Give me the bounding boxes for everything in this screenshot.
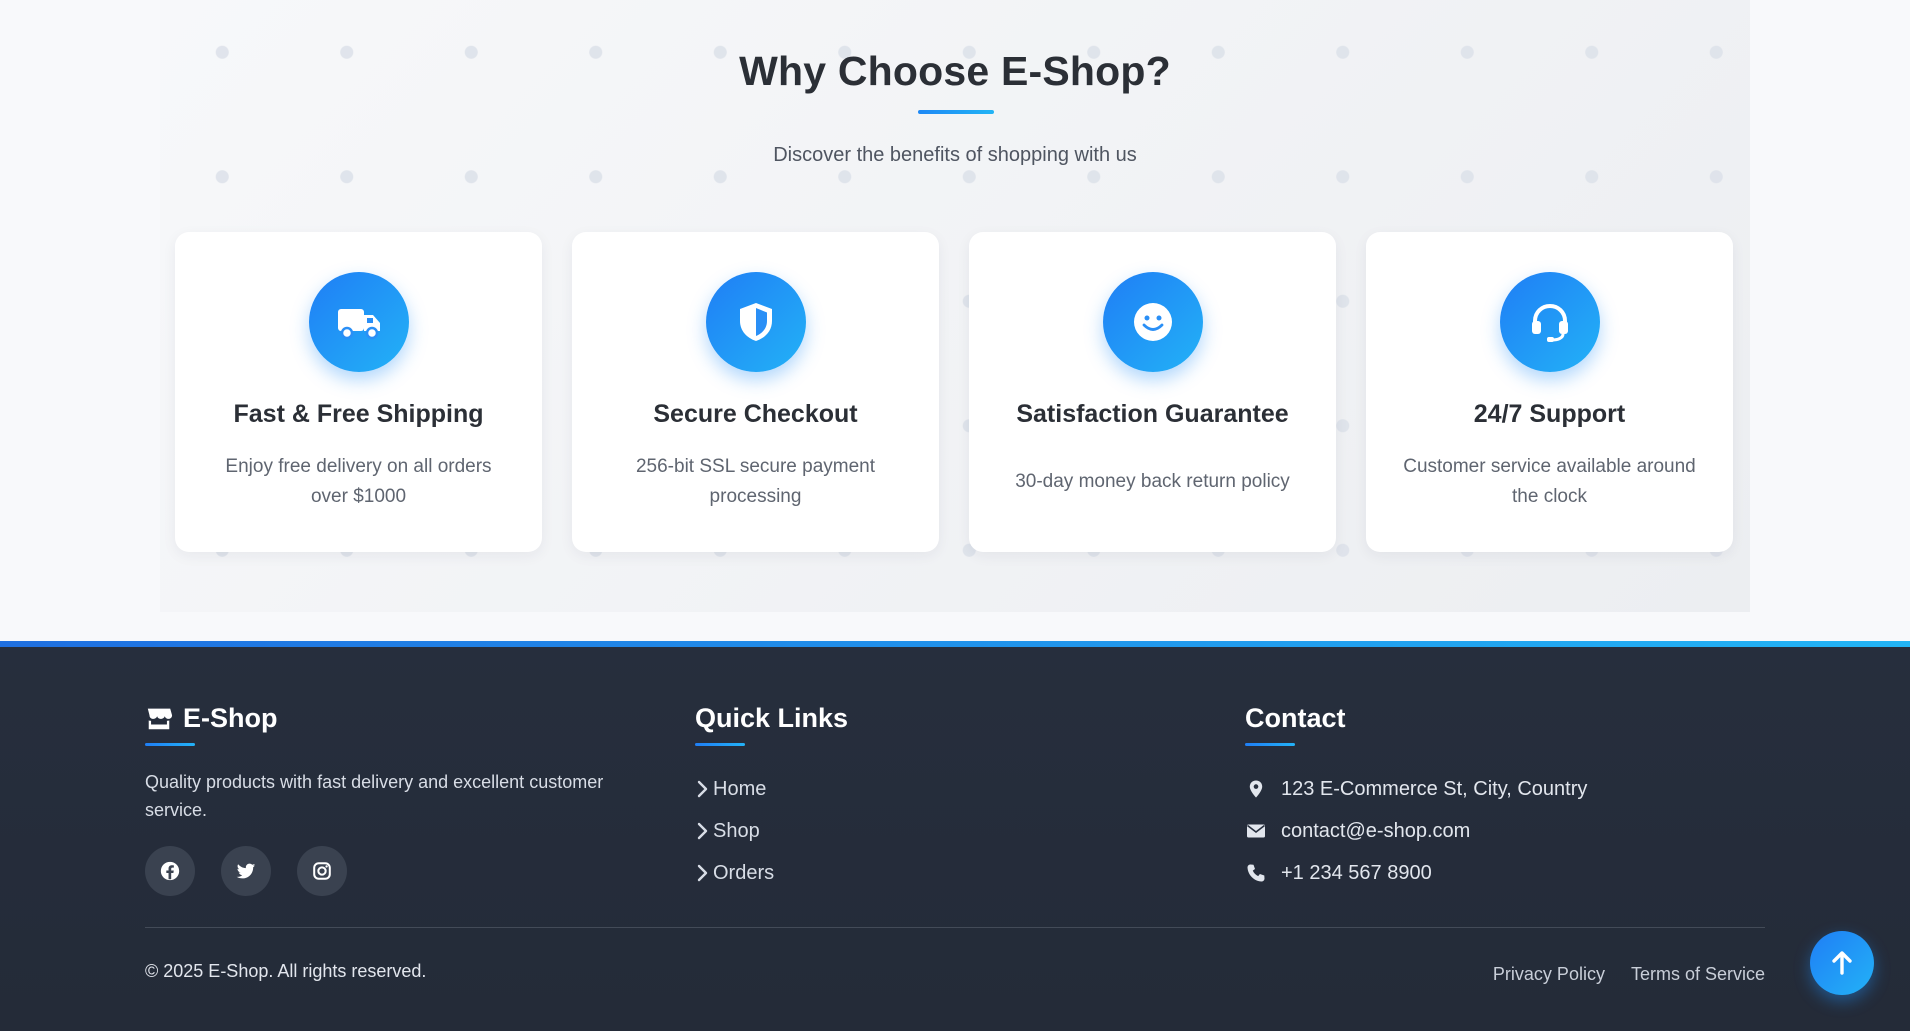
- site-footer: E-Shop Quality products with fast delive…: [0, 641, 1910, 1031]
- contact-email-text: contact@e-shop.com: [1281, 819, 1471, 842]
- social-links: [145, 846, 645, 896]
- quick-link-home[interactable]: Home: [695, 768, 1095, 810]
- feature-card-text: 256-bit SSL secure payment processing: [635, 456, 876, 507]
- footer-contact-column: Contact 123 E-Commerce St, City, Country…: [1245, 701, 1745, 894]
- footer-brand-column: E-Shop Quality products with fast delive…: [145, 701, 645, 896]
- arrow-up-icon: [1828, 949, 1856, 977]
- footer-divider: [145, 927, 1765, 928]
- contact-email[interactable]: contact@e-shop.com: [1245, 810, 1745, 852]
- quick-link-label: Shop: [713, 819, 760, 842]
- footer-accent-bar: [0, 641, 1910, 647]
- chevron-right-icon: [695, 779, 713, 799]
- truck-icon: [309, 272, 409, 372]
- facebook-link[interactable]: [145, 846, 195, 896]
- feature-card-text: Enjoy free delivery on all orders over $…: [225, 456, 492, 507]
- contact-address: 123 E-Commerce St, City, Country: [1245, 768, 1745, 810]
- quick-links-list: Home Shop Orders: [695, 768, 1095, 894]
- quick-link-label: Orders: [713, 861, 775, 884]
- feature-card-support: 24/7 Support Customer service available …: [1366, 232, 1733, 552]
- quick-link-shop[interactable]: Shop: [695, 810, 1095, 852]
- feature-card-secure: Secure Checkout 256-bit SSL secure payme…: [572, 232, 939, 552]
- feature-card-title: Fast & Free Shipping: [233, 400, 484, 428]
- features-subtitle: Discover the benefits of shopping with u…: [773, 144, 1137, 166]
- feature-card-title: 24/7 Support: [1473, 400, 1626, 428]
- features-section: Why Choose E-Shop? Discover the benefits…: [160, 0, 1750, 612]
- footer-brand-description: Quality products with fast delivery and …: [145, 772, 604, 820]
- features-title: Why Choose E-Shop?: [739, 48, 1171, 94]
- contact-phone[interactable]: +1 234 567 8900: [1245, 852, 1745, 894]
- contact-list: 123 E-Commerce St, City, Country contact…: [1245, 768, 1745, 894]
- contact-phone-text: +1 234 567 8900: [1281, 861, 1432, 884]
- feature-card-satisfaction: Satisfaction Guarantee 30-day money back…: [969, 232, 1336, 552]
- facebook-icon: [159, 860, 181, 882]
- footer-contact-heading: Contact: [1245, 702, 1346, 733]
- heading-underline: [695, 743, 745, 746]
- terms-of-service-link[interactable]: Terms of Service: [1631, 964, 1765, 985]
- footer-links-column: Quick Links Home Shop Orders: [695, 701, 1095, 894]
- privacy-policy-link[interactable]: Privacy Policy: [1493, 964, 1605, 985]
- phone-icon: [1245, 862, 1267, 884]
- quick-link-label: Home: [713, 777, 767, 800]
- chevron-right-icon: [695, 821, 713, 841]
- heading-underline: [1245, 743, 1295, 746]
- instagram-icon: [311, 860, 333, 882]
- feature-card-text: Customer service available around the cl…: [1403, 456, 1696, 507]
- twitter-link[interactable]: [221, 846, 271, 896]
- feature-card-title: Secure Checkout: [653, 400, 858, 428]
- feature-card-text: 30-day money back return policy: [1015, 471, 1290, 492]
- feature-cards: Fast & Free Shipping Enjoy free delivery…: [175, 232, 1733, 552]
- headset-icon: [1500, 272, 1600, 372]
- copyright-text: © 2025 E-Shop. All rights reserved.: [145, 961, 427, 981]
- map-pin-icon: [1245, 778, 1267, 800]
- legal-links: Privacy Policy Terms of Service: [1493, 964, 1765, 985]
- feature-card-title: Satisfaction Guarantee: [1016, 400, 1289, 428]
- smile-icon: [1103, 272, 1203, 372]
- page: Why Choose E-Shop? Discover the benefits…: [0, 0, 1910, 1031]
- scroll-to-top-button[interactable]: [1810, 931, 1874, 995]
- envelope-icon: [1245, 820, 1267, 842]
- chevron-right-icon: [695, 863, 713, 883]
- title-underline: [918, 110, 994, 114]
- footer-brand-heading: E-Shop: [145, 701, 645, 735]
- quick-link-orders[interactable]: Orders: [695, 852, 1095, 894]
- store-icon: [145, 704, 173, 732]
- footer-links-heading: Quick Links: [695, 702, 849, 733]
- shield-icon: [706, 272, 806, 372]
- contact-address-text: 123 E-Commerce St, City, Country: [1281, 777, 1588, 800]
- footer-brand-name: E-Shop: [183, 702, 278, 733]
- heading-underline: [145, 743, 195, 746]
- twitter-icon: [235, 860, 257, 882]
- feature-card-shipping: Fast & Free Shipping Enjoy free delivery…: [175, 232, 542, 552]
- instagram-link[interactable]: [297, 846, 347, 896]
